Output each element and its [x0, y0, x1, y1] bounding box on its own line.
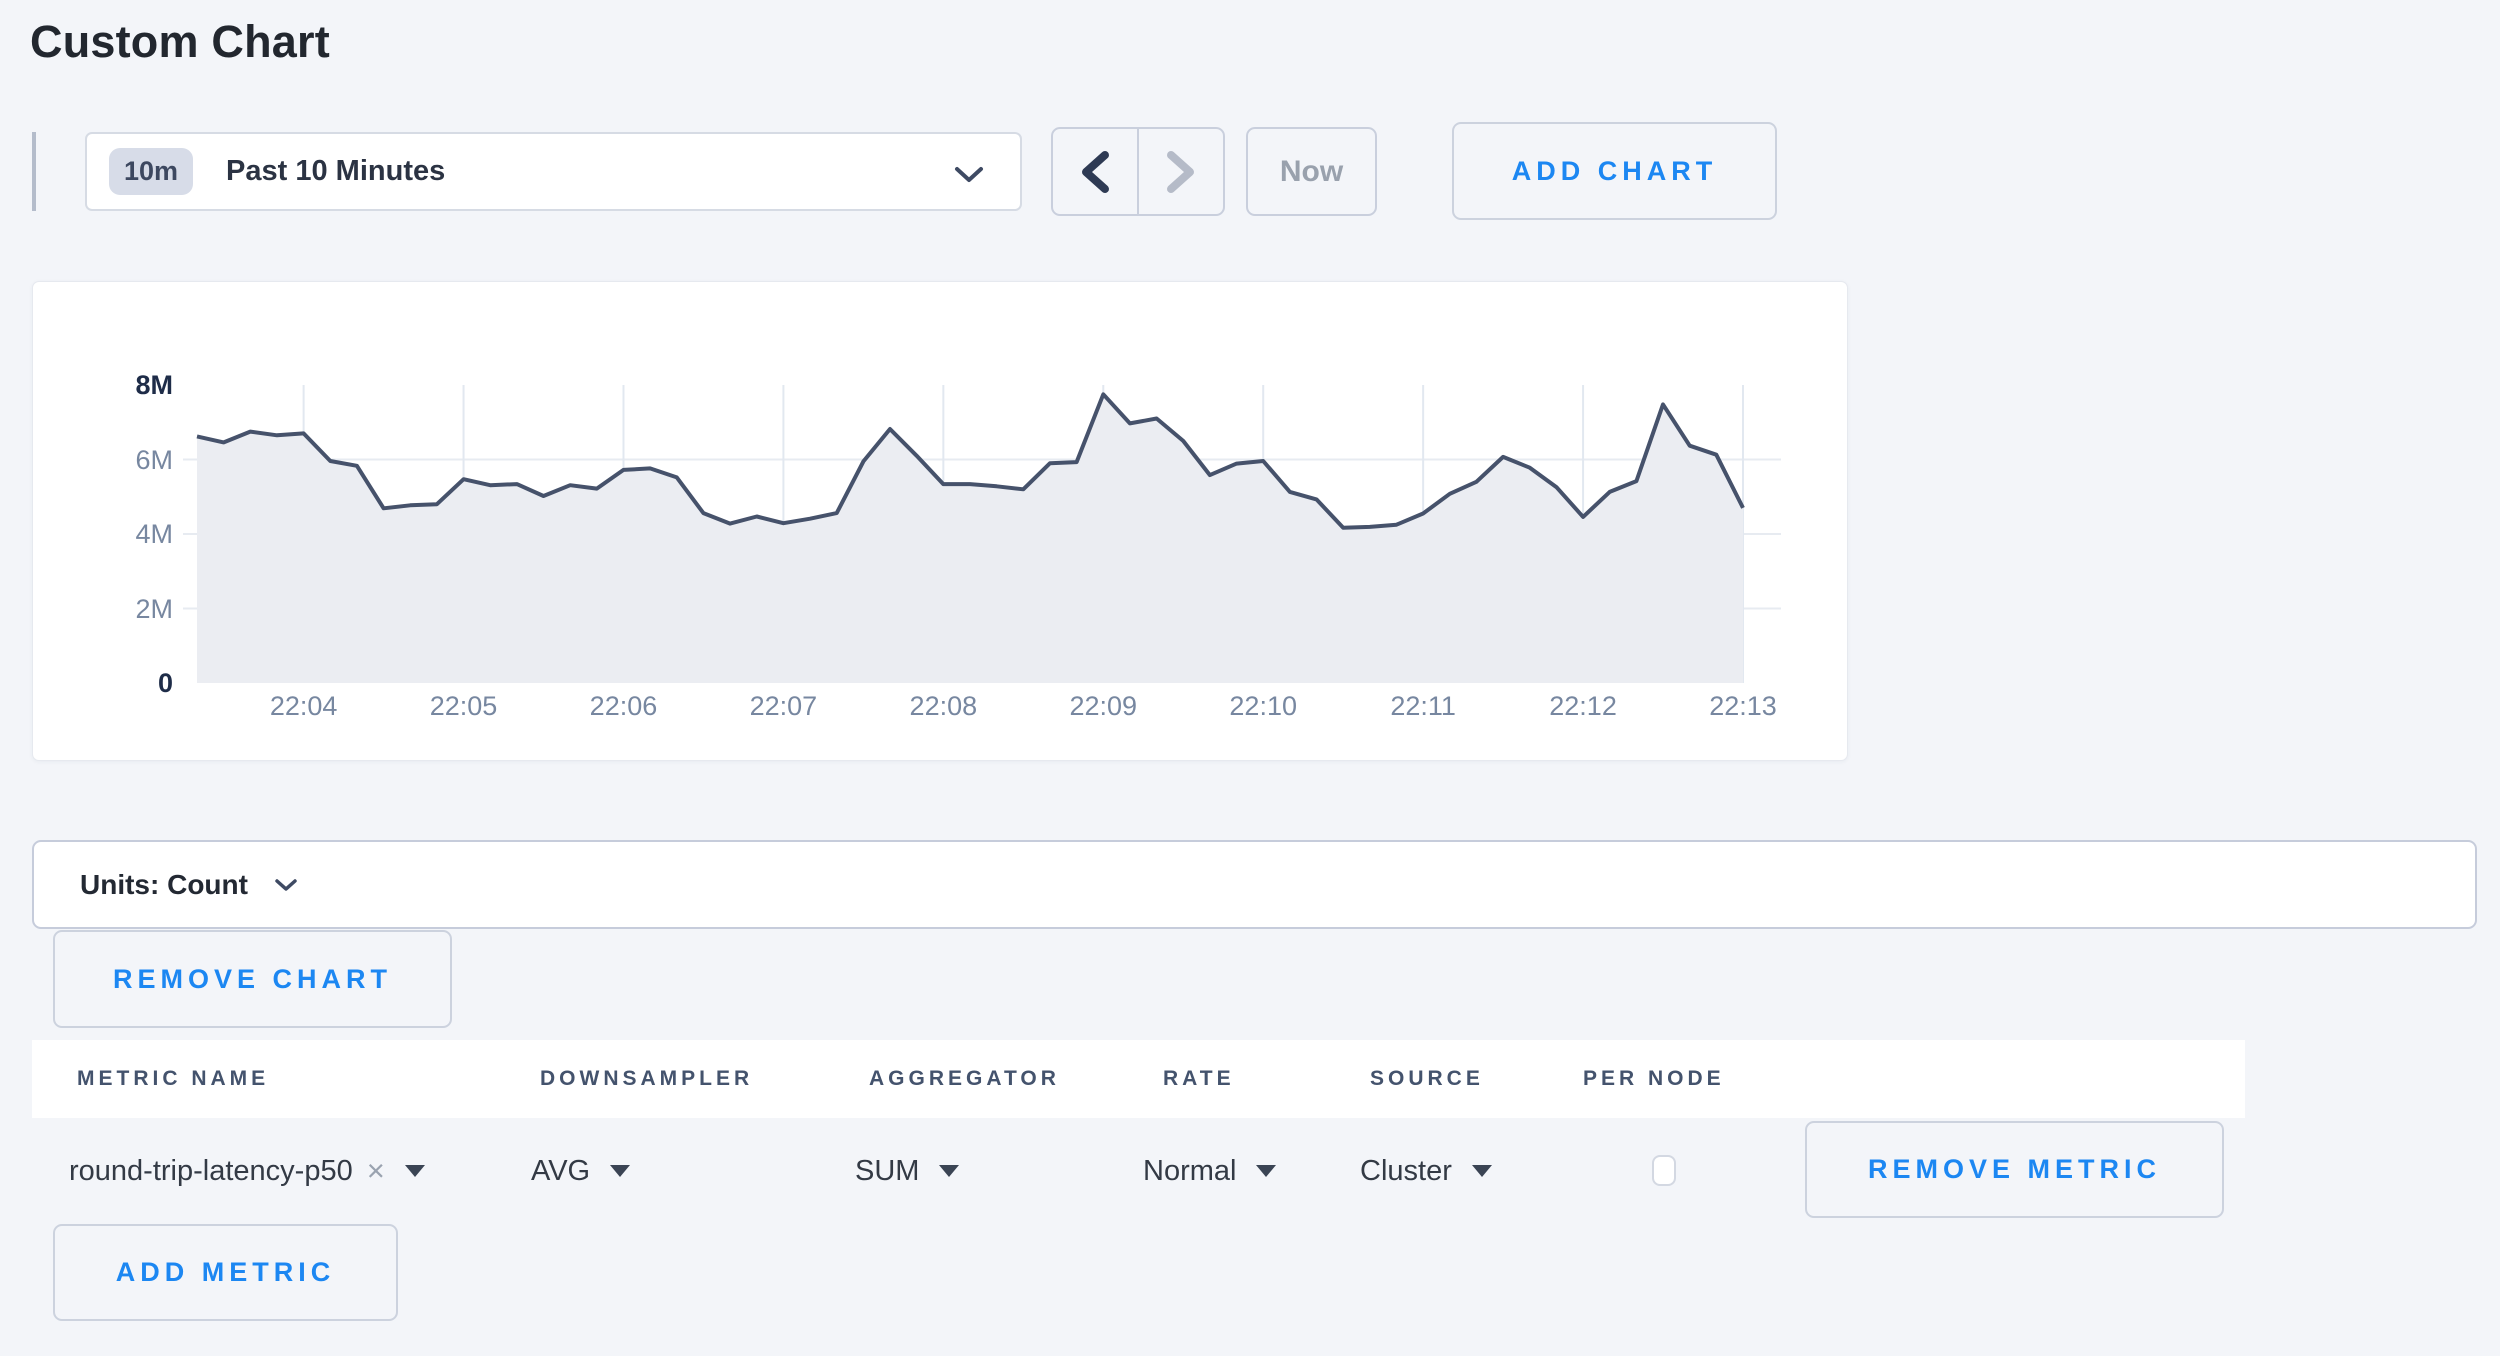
remove-chart-button[interactable]: REMOVE CHART — [53, 930, 452, 1028]
custom-chart-page: Custom Chart 10m Past 10 Minutes Now ADD… — [0, 0, 2500, 1356]
rate-value: Normal — [1143, 1155, 1236, 1188]
time-stepper-group — [1051, 127, 1225, 216]
page-title: Custom Chart — [30, 16, 330, 68]
column-header-downsampler: DOWNSAMPLER — [540, 1062, 753, 1096]
x-tick-label: 22:04 — [244, 690, 364, 722]
y-tick-label: 4M — [53, 518, 173, 550]
x-tick-label: 22:09 — [1043, 690, 1163, 722]
add-chart-button[interactable]: ADD CHART — [1452, 122, 1777, 220]
downsampler-value: AVG — [531, 1155, 590, 1188]
y-tick-label: 2M — [53, 593, 173, 625]
chart-card: 8M 6M 4M 2M 0 22:04 22:05 22:06 22:07 22:08 22:09… — [32, 281, 1848, 761]
next-time-button[interactable] — [1139, 129, 1223, 214]
chart-area — [197, 394, 1743, 683]
caret-down-icon — [405, 1165, 425, 1177]
chevron-left-icon — [1078, 149, 1112, 195]
previous-time-button[interactable] — [1053, 129, 1139, 214]
x-tick-label: 22:12 — [1523, 690, 1643, 722]
source-value: Cluster — [1360, 1155, 1452, 1188]
column-header-aggregator: AGGREGATOR — [869, 1062, 1060, 1096]
metric-name-dropdown[interactable]: round-trip-latency-p50 × — [69, 1138, 425, 1204]
time-window-dropdown[interactable]: 10m Past 10 Minutes — [85, 132, 1022, 211]
x-tick-label: 22:10 — [1203, 690, 1323, 722]
caret-down-icon — [610, 1165, 630, 1177]
column-header-rate: RATE — [1163, 1062, 1235, 1096]
chevron-down-icon — [954, 166, 984, 183]
aggregator-value: SUM — [855, 1155, 919, 1188]
x-tick-label: 22:06 — [563, 690, 683, 722]
caret-down-icon — [1472, 1165, 1492, 1177]
units-bar: Units: Count — [32, 840, 2477, 929]
y-tick-label: 0 — [53, 667, 173, 699]
x-tick-label: 22:11 — [1363, 690, 1483, 722]
column-header-source: SOURCE — [1370, 1062, 1484, 1096]
chevron-right-icon — [1164, 149, 1198, 195]
downsampler-dropdown[interactable]: AVG — [531, 1138, 630, 1204]
per-node-checkbox[interactable] — [1652, 1155, 1676, 1186]
caret-down-icon — [939, 1165, 959, 1177]
column-header-per-node: PER NODE — [1583, 1062, 1725, 1096]
caret-down-icon — [1256, 1165, 1276, 1177]
x-tick-label: 22:13 — [1683, 690, 1803, 722]
y-tick-label: 6M — [53, 444, 173, 476]
close-icon[interactable]: × — [367, 1153, 385, 1189]
aggregator-dropdown[interactable]: SUM — [855, 1138, 959, 1204]
time-window-label: Past 10 Minutes — [226, 155, 445, 188]
source-dropdown[interactable]: Cluster — [1360, 1138, 1492, 1204]
units-dropdown-label: Units: Count — [80, 869, 248, 901]
chevron-down-icon — [274, 878, 298, 892]
y-tick-label: 8M — [53, 369, 173, 401]
now-button[interactable]: Now — [1246, 127, 1377, 216]
add-metric-button[interactable]: ADD METRIC — [53, 1224, 398, 1321]
time-window-badge: 10m — [109, 148, 193, 195]
units-dropdown[interactable]: Units: Count — [80, 869, 298, 901]
remove-metric-button[interactable]: REMOVE METRIC — [1805, 1121, 2224, 1218]
rate-dropdown[interactable]: Normal — [1143, 1138, 1276, 1204]
toolbar-accent-bar — [32, 132, 36, 211]
column-header-metric-name: METRIC NAME — [77, 1062, 269, 1096]
x-tick-label: 22:08 — [883, 690, 1003, 722]
x-tick-label: 22:05 — [404, 690, 524, 722]
metric-name-value: round-trip-latency-p50 — [69, 1155, 353, 1188]
x-tick-label: 22:07 — [723, 690, 843, 722]
metrics-table-header — [32, 1040, 2245, 1118]
